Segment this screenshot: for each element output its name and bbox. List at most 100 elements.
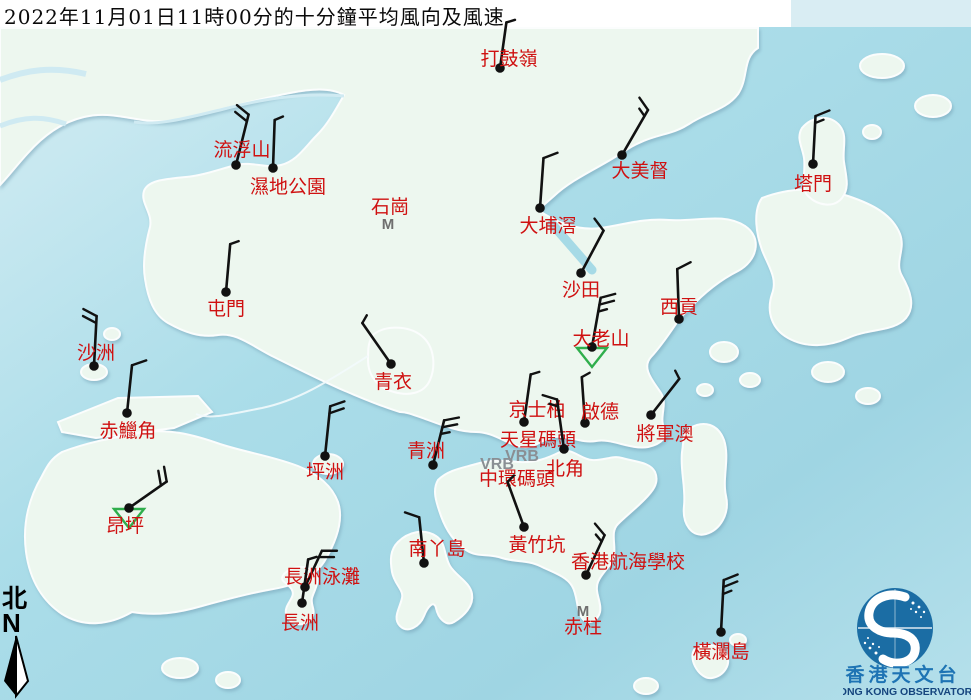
station-lamma-island: 南丫島 bbox=[405, 512, 465, 567]
wind-barb-tick bbox=[441, 432, 450, 434]
wind-barb-tick bbox=[723, 581, 737, 587]
wind-barb-tick bbox=[83, 316, 96, 323]
wind-barb-tick bbox=[595, 524, 605, 535]
station-dot bbox=[268, 163, 278, 173]
hko-logo-chinese: 香港天文台 bbox=[844, 663, 960, 686]
station-hk-sea-school: 香港航海學校 bbox=[571, 524, 685, 580]
station-tates-cairn: 大老山 bbox=[572, 294, 629, 367]
wind-barb-staff bbox=[226, 244, 230, 292]
wind-barb-tick bbox=[329, 408, 343, 413]
station-label: 長洲泳灘 bbox=[284, 566, 360, 588]
wind-barb-tick bbox=[595, 219, 604, 231]
map-title: 2022年11月01日11時00分的十分鐘平均風向及風速 bbox=[4, 1, 505, 30]
station-label: 北角 bbox=[546, 458, 584, 480]
station-dot bbox=[576, 268, 586, 278]
station-shek-kong: M石崗 bbox=[371, 196, 409, 233]
wind-barb-tick bbox=[237, 105, 249, 114]
north-indicator: 北 N bbox=[2, 586, 42, 700]
station-dot bbox=[617, 150, 627, 160]
station-chek-lap-kok: 赤鱲角 bbox=[99, 360, 156, 442]
wind-barb-staff bbox=[362, 323, 391, 364]
wind-barb-tick bbox=[639, 98, 648, 110]
wind-barb-tick bbox=[442, 424, 457, 427]
station-label: 沙田 bbox=[562, 279, 600, 301]
wind-barb-staff bbox=[540, 158, 543, 208]
wind-barb-tick bbox=[675, 371, 679, 379]
wind-barb-tick bbox=[308, 557, 317, 560]
station-label: 香港航海學校 bbox=[571, 551, 685, 573]
station-stanley: M赤柱 bbox=[564, 603, 602, 638]
station-waglan-island: 橫瀾島 bbox=[692, 574, 749, 663]
station-dot bbox=[320, 451, 330, 461]
station-label: 大埔滘 bbox=[519, 215, 576, 237]
station-tuen-mun: 屯門 bbox=[207, 241, 245, 320]
station-tsing-yi: 青衣 bbox=[362, 315, 412, 393]
wind-barb-tick bbox=[330, 401, 344, 406]
station-label: 大美督 bbox=[611, 160, 668, 182]
station-tap-mun: 塔門 bbox=[794, 110, 832, 195]
station-dot bbox=[122, 408, 132, 418]
station-tai-mei-tuk: 大美督 bbox=[611, 98, 668, 182]
station-green-island: 青洲 bbox=[407, 418, 459, 470]
wind-barb-tick bbox=[816, 110, 830, 116]
station-ngong-ping: 昂坪 bbox=[106, 467, 167, 537]
station-label: 塔門 bbox=[794, 173, 832, 195]
station-label: 濕地公園 bbox=[250, 176, 326, 198]
wind-barb-tick bbox=[543, 153, 557, 158]
station-dot bbox=[646, 410, 656, 420]
station-dot bbox=[231, 160, 241, 170]
station-dot bbox=[716, 627, 726, 637]
north-letter-label: N bbox=[2, 612, 42, 634]
wind-barb-staff bbox=[651, 379, 679, 415]
station-dot bbox=[221, 287, 231, 297]
hko-logo-english: HONG KONG OBSERVATORY bbox=[843, 686, 971, 698]
wind-barb-tick bbox=[158, 471, 161, 486]
station-dot bbox=[808, 159, 818, 169]
station-dot bbox=[535, 203, 545, 213]
wind-barb-staff bbox=[273, 120, 275, 168]
station-label: 打鼓嶺 bbox=[480, 48, 537, 70]
wind-barb-tick bbox=[724, 574, 738, 580]
wind-barb-tick bbox=[275, 117, 283, 121]
station-cheung-chau-beach: 長洲泳灘 bbox=[284, 551, 360, 592]
station-label: 坪洲 bbox=[306, 461, 344, 483]
wind-barb-tick bbox=[230, 241, 238, 244]
station-label: 青洲 bbox=[407, 440, 445, 462]
station-sha-chau: 沙洲 bbox=[77, 309, 115, 371]
hko-logo: 香港天文台 HONG KONG OBSERVATORY bbox=[843, 583, 971, 700]
north-arrow-icon bbox=[2, 634, 38, 700]
station-label: 流浮山 bbox=[213, 139, 270, 161]
station-dot bbox=[386, 359, 396, 369]
wind-barb-tick bbox=[235, 112, 247, 121]
station-tai-po-kau: 大埔滘 bbox=[519, 153, 576, 237]
wind-barb-tick bbox=[506, 20, 515, 23]
wind-barb-tick bbox=[531, 372, 540, 375]
station-label: 沙洲 bbox=[77, 342, 115, 364]
wind-barb-tick bbox=[405, 512, 419, 517]
stations-layer: 打鼓嶺流浮山濕地公園M石崗大美督塔門大埔滘沙田西貢將軍澳大老山屯門沙洲赤鱲角青衣… bbox=[0, 0, 971, 700]
wind-barb-tick bbox=[132, 360, 146, 365]
wind-barb-staff bbox=[127, 365, 132, 413]
station-lau-fau-shan: 流浮山 bbox=[213, 105, 270, 170]
station-sai-kung: 西貢 bbox=[660, 262, 698, 324]
station-label: 黃竹坑 bbox=[508, 534, 565, 556]
wind-barb-tick bbox=[83, 309, 96, 316]
wind-barb-tick bbox=[164, 467, 167, 482]
wind-barb-tick bbox=[596, 535, 602, 542]
station-label: 屯門 bbox=[207, 298, 245, 320]
station-peng-chau: 坪洲 bbox=[306, 401, 344, 483]
missing-data-marker: M bbox=[382, 216, 395, 233]
station-kai-tak: 啟德 bbox=[580, 373, 619, 428]
station-label: 西貢 bbox=[660, 296, 698, 318]
wind-barb-staff bbox=[581, 231, 604, 273]
station-label: 昂坪 bbox=[106, 515, 144, 537]
wind-map-stage: 2022年11月01日11時00分的十分鐘平均風向及風速 打鼓嶺流浮山濕地公園 M… bbox=[0, 0, 971, 700]
station-label: 赤鱲角 bbox=[99, 420, 156, 442]
station-label: 中環碼頭 bbox=[479, 468, 555, 490]
station-label: 大老山 bbox=[572, 328, 629, 350]
station-dot bbox=[559, 444, 569, 454]
station-label: 長洲 bbox=[281, 612, 319, 634]
station-label: 石崗 bbox=[371, 196, 409, 218]
station-label: 橫瀾島 bbox=[692, 641, 749, 663]
wind-barb-tick bbox=[599, 301, 613, 305]
